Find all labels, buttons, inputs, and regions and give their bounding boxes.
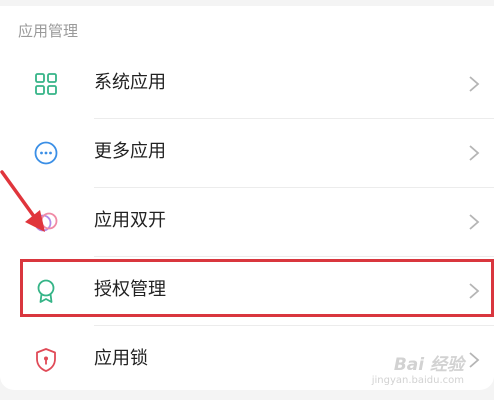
menu-item-label: 更多应用: [94, 141, 166, 162]
section-title: 应用管理: [18, 22, 79, 40]
watermark: Bai 经验 jingyan.baidu.com: [372, 350, 464, 386]
menu-item-system-apps[interactable]: 系统应用: [0, 50, 494, 118]
watermark-logo: Bai 经验: [393, 355, 464, 375]
chevron-right-icon: [468, 214, 480, 230]
menu-item-label: 系统应用: [94, 72, 166, 93]
menu-item-permission-management[interactable]: 授权管理: [0, 257, 494, 325]
red-arrow-annotation: [0, 170, 60, 240]
menu-item-more-apps[interactable]: 更多应用: [0, 119, 494, 187]
grid-apps-icon: [32, 70, 60, 98]
menu-item-dual-apps[interactable]: 应用双开: [0, 188, 494, 256]
watermark-url: jingyan.baidu.com: [371, 375, 464, 386]
menu-item-label: 授权管理: [94, 279, 166, 300]
chevron-right-icon: [468, 352, 480, 368]
award-ribbon-icon: [32, 277, 60, 305]
app-management-page: 应用管理 系统应用 更多应用 应用双开 授权管理 应用锁 Bai 经验 jing…: [0, 0, 494, 400]
shield-lock-icon: [32, 346, 60, 374]
chevron-right-icon: [468, 145, 480, 161]
more-dots-icon: [32, 139, 60, 167]
chevron-right-icon: [468, 283, 480, 299]
app-management-card: 应用管理 系统应用 更多应用 应用双开 授权管理 应用锁: [0, 6, 494, 390]
chevron-right-icon: [468, 76, 480, 92]
menu-item-label: 应用双开: [94, 210, 166, 231]
menu-item-label: 应用锁: [94, 348, 148, 369]
